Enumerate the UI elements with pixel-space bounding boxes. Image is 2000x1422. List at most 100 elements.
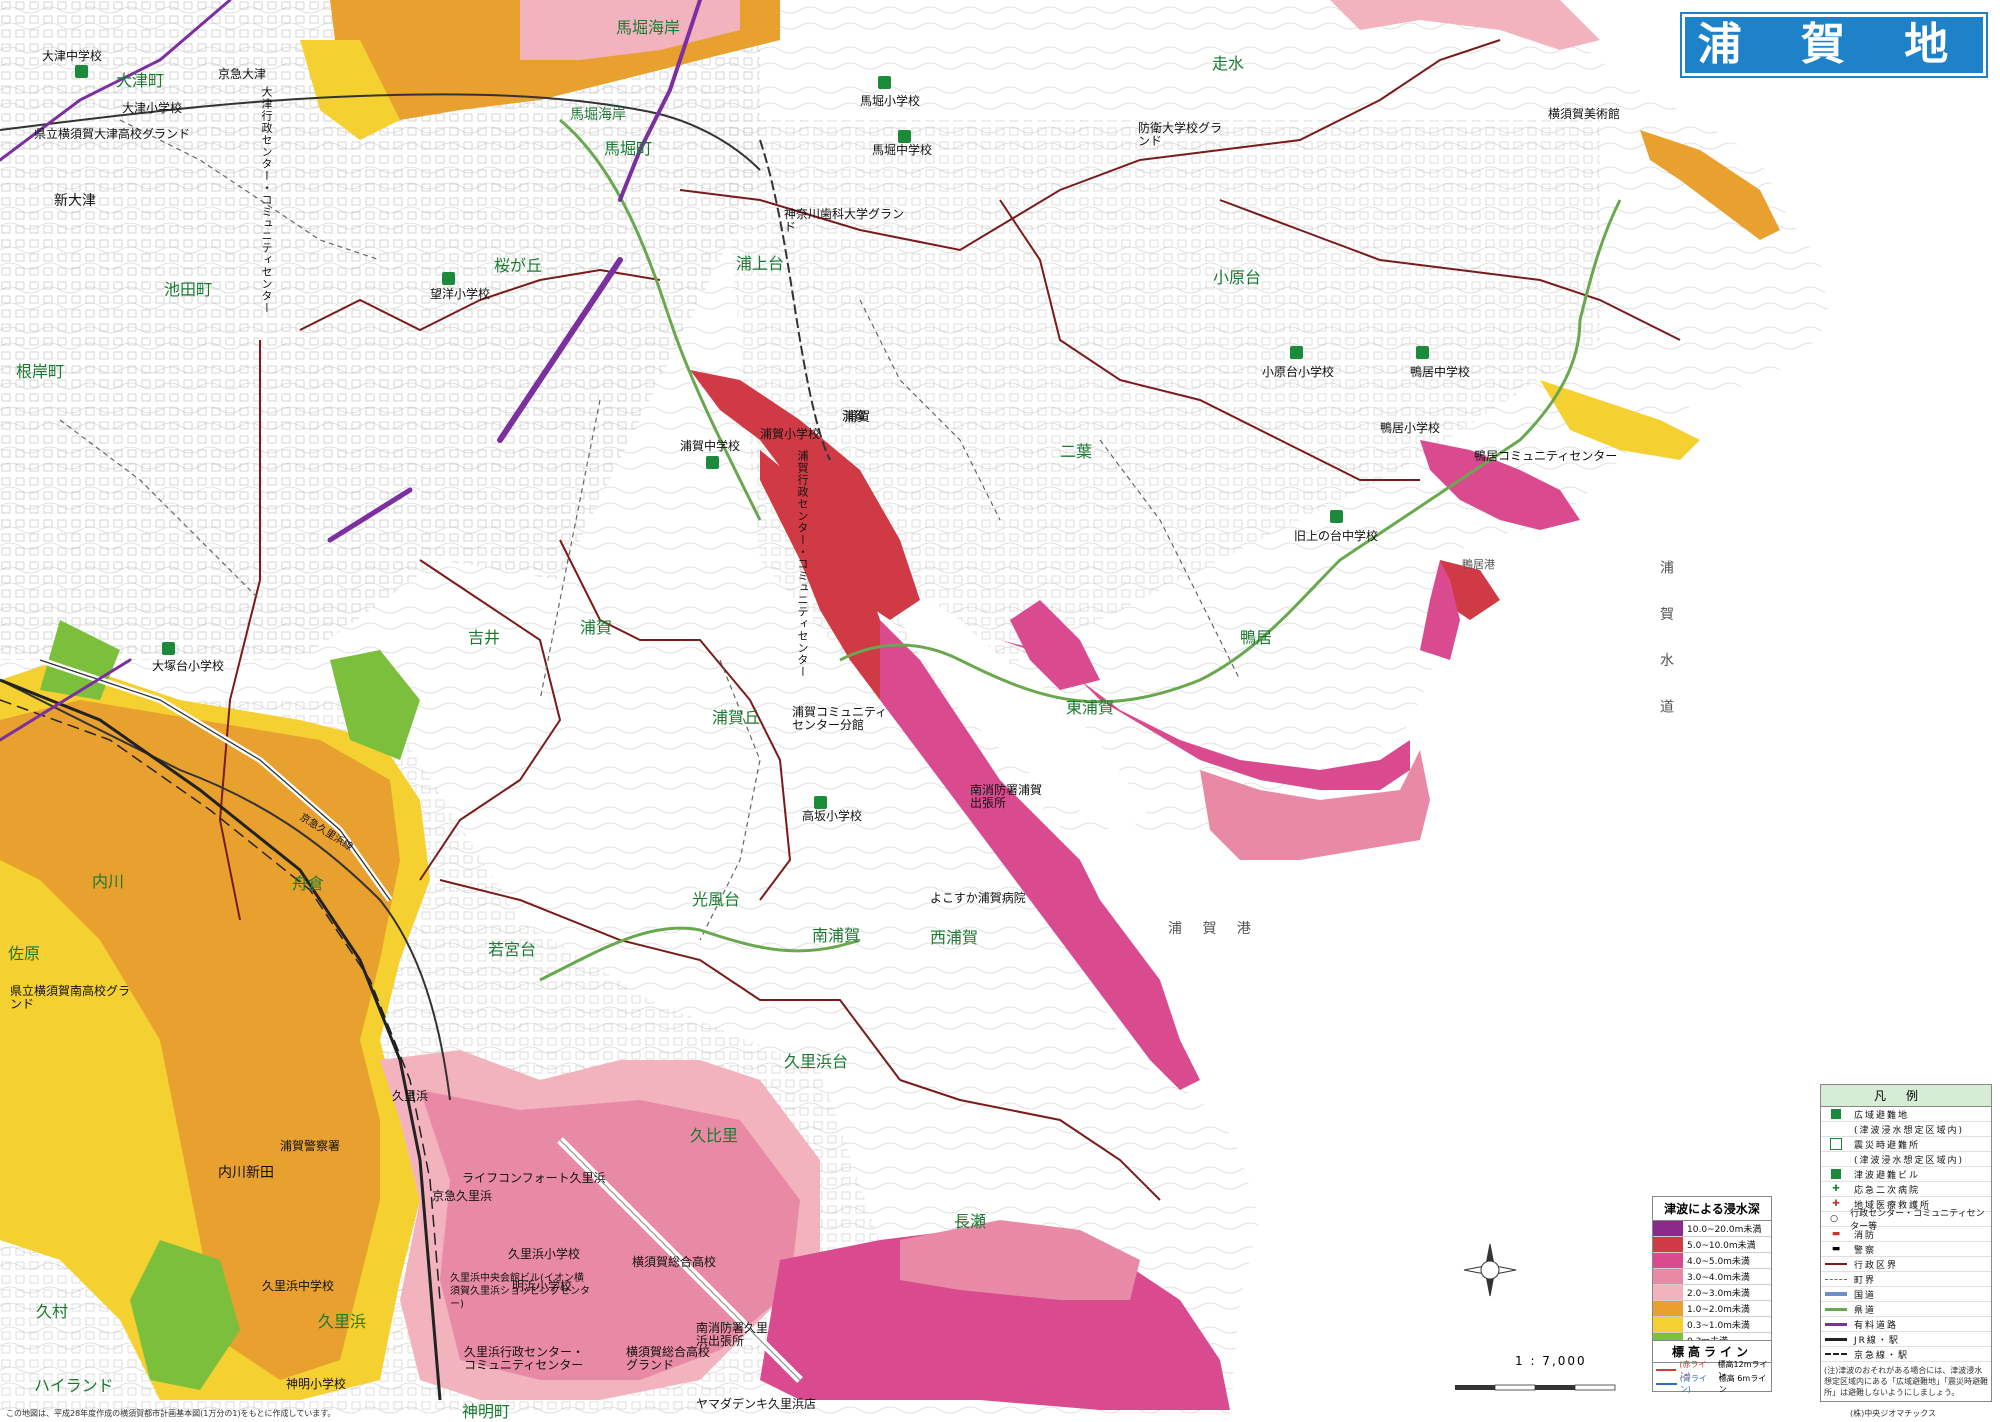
legend-row: 有料道路 (1821, 1317, 1991, 1332)
place-label: 久村 (36, 1302, 69, 1321)
place-label: 池田町 (164, 280, 213, 299)
depth-legend-row: 1.0~2.0m未満 (1653, 1301, 1771, 1317)
legend-row: 震災時避難所 (1821, 1137, 1991, 1152)
legend-row: ▬ 警察 (1821, 1242, 1991, 1257)
school-icon (1330, 510, 1343, 523)
station-label: 久里浜 (392, 1089, 429, 1103)
place-label: 若宮台 (488, 940, 537, 959)
place-label: 鴨居 (1240, 628, 1273, 647)
facility-label: 高坂小学校 (802, 809, 863, 823)
place-label: 浦賀丘 (712, 708, 761, 727)
facility-label: ヤマダデンキ久里浜店 (696, 1397, 817, 1411)
place-label: 走水 (1212, 54, 1245, 73)
place-label: 舟倉 (292, 874, 325, 893)
facility-label: 馬堀中学校 (872, 143, 933, 157)
sea-label: 浦 賀 港 (1168, 921, 1259, 937)
facility-label: 神明小学校 (286, 1377, 347, 1391)
hospital-icon: ✚ (1832, 1184, 1840, 1194)
station-label: 京急大津 (218, 67, 267, 81)
facility-label: 望洋小学校 (430, 287, 491, 301)
facility-label: 久里浜行政センター・コミュニティセンター (464, 1345, 585, 1372)
depth-legend-row: 10.0~20.0m未満 (1653, 1221, 1771, 1237)
depth-legend-row: 4.0~5.0m未満 (1653, 1253, 1771, 1269)
facility-label: 浦賀中学校 (680, 439, 741, 453)
contour-legend: 標高ライン (赤ライン) 標高12mライン (青ライン) 標高 6mライン (1652, 1340, 1772, 1394)
legend-row: 町界 (1821, 1272, 1991, 1287)
facility-label: 横須賀総合高校 (632, 1255, 717, 1269)
facility-label: 鴨居中学校 (1410, 365, 1471, 379)
place-label: 西浦賀 (930, 928, 979, 947)
legend-row: ○ 行政センター・コミュニティセンター等 (1821, 1209, 1991, 1232)
place-label: 小原台 (1213, 268, 1262, 287)
community-center-icon: ○ (1830, 1214, 1839, 1224)
facility-label: よこすか浦賀病院 (930, 891, 1026, 905)
place-label: 吉井 (468, 628, 501, 647)
place-label: 南浦賀 (812, 926, 861, 945)
facility-label: 県立横須賀大津高校グランド (34, 127, 191, 141)
evacuation-area-icon (1821, 1107, 1851, 1121)
depth-legend-row: 2.0~3.0m未満 (1653, 1285, 1771, 1301)
facility-label: 旧上の台中学校 (1294, 529, 1379, 543)
facility-label: 小原台小学校 (1262, 365, 1335, 379)
legend-row: JR線・駅 (1821, 1332, 1991, 1347)
depth-legend-row: 3.0~4.0m未満 (1653, 1269, 1771, 1285)
facility-label: 浦賀コミュニティセンター分館 (792, 705, 888, 732)
place-label: 佐原 (8, 944, 41, 963)
map-title: 浦 賀 地 区 (1682, 14, 1986, 126)
legend-row: 京急線・駅 (1821, 1347, 1991, 1362)
school-icon (814, 796, 827, 809)
place-label: 馬堀海岸 (570, 107, 626, 123)
facility-label: 大津行政センター・コミュニティセンター (258, 86, 274, 314)
place-label: 久比里 (690, 1126, 739, 1145)
school-icon (1290, 346, 1303, 359)
legend-row: (津波浸水想定区域内) (1821, 1152, 1991, 1167)
facility-label: 横須賀美術館 (1548, 107, 1621, 121)
place-label: 二葉 (1060, 442, 1093, 461)
depth-legend-title: 津波による浸水深 (1653, 1197, 1771, 1221)
map-footer-note: この地図は、平成28年度作成の横須賀都市計画基本図(1万分の1)をもとに作成して… (6, 1409, 336, 1418)
station-label: 浦賀 (842, 409, 867, 423)
place-label: 久里浜 (318, 1312, 367, 1331)
facility-label: 大塚台小学校 (152, 659, 225, 673)
facility-label: 鴨居小学校 (1380, 421, 1441, 435)
school-icon (1416, 346, 1429, 359)
legend-row: 国道 (1821, 1287, 1991, 1302)
facility-label: 横須賀総合高校グランド (626, 1345, 711, 1372)
facility-label: ライフコンフォート久里浜 (462, 1171, 606, 1185)
contour-legend-row: (青ライン) 標高 6mライン (1653, 1374, 1771, 1394)
facility-label: 久里浜中央会館ビル(イオン横須賀久里浜ショッピングセンター) (450, 1273, 590, 1310)
place-label: 光風台 (692, 890, 741, 909)
place-label: 浦上台 (736, 254, 785, 273)
legend-title: 凡例 (1821, 1085, 1991, 1107)
station-label: 京急久里浜 (432, 1189, 493, 1203)
facility-label: 浦賀行政センター・コミュニティセンター (796, 450, 809, 678)
facility-label: 県立横須賀南高校グランド (10, 984, 131, 1011)
legend-row: (津波浸水想定区域内) (1821, 1122, 1991, 1137)
tsunami-building-icon (1821, 1167, 1851, 1181)
facility-label: 防衛大学校グランド (1138, 121, 1223, 148)
facility-label: 浦賀警察署 (280, 1139, 341, 1153)
fire-station-icon: ▬ (1831, 1229, 1841, 1239)
legend-row: 県道 (1821, 1302, 1991, 1317)
place-label: 馬堀海岸 (616, 18, 681, 37)
depth-legend-row: 0.3~1.0m未満 (1653, 1317, 1771, 1333)
sea-label: 鴨居港 (1462, 558, 1495, 571)
legend-row: 広域避難地 (1821, 1107, 1991, 1122)
symbol-legend: 凡例 広域避難地 (津波浸水想定区域内) 震災時避難所 (津波浸水想定区域内) … (1820, 1084, 1992, 1402)
legend-row: 津波避難ビル (1821, 1167, 1991, 1182)
facility-label: 南消防署久里浜出張所 (696, 1321, 769, 1348)
place-label: 浦賀 (580, 618, 613, 637)
facility-label: 馬堀小学校 (860, 94, 921, 108)
facility-label: 神奈川歯科大学グランド (784, 207, 905, 234)
depth-legend-row: 5.0~10.0m未満 (1653, 1237, 1771, 1253)
place-label: 長瀬 (954, 1212, 987, 1231)
place-label: 大津町 (116, 71, 165, 90)
school-icon (442, 272, 455, 285)
place-label: 神明町 (462, 1402, 511, 1421)
scale-bar (1455, 1384, 1616, 1391)
facility-label: 鴨居コミュニティセンター (1474, 449, 1618, 463)
police-icon: ▬ (1831, 1244, 1841, 1254)
school-icon (75, 65, 88, 78)
legend-row: 行政区界 (1821, 1257, 1991, 1272)
facility-label: 大津中学校 (42, 49, 103, 63)
